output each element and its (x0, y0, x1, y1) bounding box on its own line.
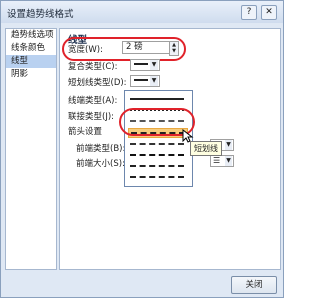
dialog-title: 设置趋势线格式 (7, 9, 74, 20)
begin-type-label: 前端类型(B): (76, 144, 126, 154)
cap-type-label: 线端类型(A): (68, 96, 118, 106)
dash-option-long-dash-dot[interactable] (128, 162, 186, 170)
dash-option-solid[interactable] (128, 95, 186, 103)
width-spinner[interactable]: ▲ ▼ (169, 41, 179, 56)
width-input[interactable]: 2 磅 (122, 41, 171, 54)
dash-option-long-dash-dot-dot[interactable] (128, 173, 186, 181)
nav-item-shadow[interactable]: 阴影 (6, 68, 56, 81)
width-label: 宽度(W): (68, 45, 103, 55)
compound-sample (134, 63, 148, 65)
close-button[interactable]: 关闭 (231, 276, 277, 294)
arrow-size-icon: ☰ (213, 156, 221, 165)
nav-item-line-style[interactable]: 线型 (6, 55, 56, 68)
long-dash-dot-sample (130, 165, 184, 167)
chevron-down-icon: ▼ (225, 140, 232, 150)
dash-type-label: 短划线类型(D): (68, 78, 127, 88)
help-button[interactable]: ? (241, 5, 257, 20)
chevron-down-icon: ▼ (150, 60, 158, 70)
format-trendline-dialog: 设置趋势线格式 ? ✕ 趋势线选项 线条颜色 线型 阴影 线型 宽度(W): 2… (0, 0, 284, 298)
join-type-label: 联接类型(J): (68, 112, 115, 122)
end-size-select[interactable]: ☰ ▼ (210, 155, 234, 167)
long-dash-dot-dot-sample (130, 176, 184, 178)
close-icon[interactable]: ✕ (261, 5, 277, 20)
line-style-panel: 线型 宽度(W): 2 磅 ▲ ▼ 复合类型(C): ▼ 短划线类型(D): ▼ … (59, 28, 281, 270)
title-bar[interactable]: 设置趋势线格式 ? ✕ (1, 1, 283, 23)
dash-sample (134, 79, 148, 81)
dash-tooltip: 短划线 (190, 141, 222, 156)
arrow-settings-label: 箭头设置 (68, 127, 103, 137)
begin-size-label: 前端大小(S): (76, 159, 125, 169)
solid-line-sample (130, 98, 184, 100)
chevron-down-icon: ▼ (150, 76, 158, 86)
nav-item-line-color[interactable]: 线条颜色 (6, 42, 56, 55)
dash-type-select[interactable]: ▼ (130, 75, 160, 87)
dash-option-dash-dot[interactable] (128, 140, 186, 148)
dash-dot-sample (130, 143, 184, 145)
category-nav: 趋势线选项 线条颜色 线型 阴影 (5, 28, 57, 270)
long-dash-sample (130, 154, 184, 156)
nav-item-trendline-options[interactable]: 趋势线选项 (6, 29, 56, 42)
dash-option-long-dash[interactable] (128, 151, 186, 159)
chevron-down-icon: ▼ (225, 156, 232, 166)
compound-type-label: 复合类型(C): (68, 62, 118, 72)
compound-type-select[interactable]: ▼ (130, 59, 160, 71)
